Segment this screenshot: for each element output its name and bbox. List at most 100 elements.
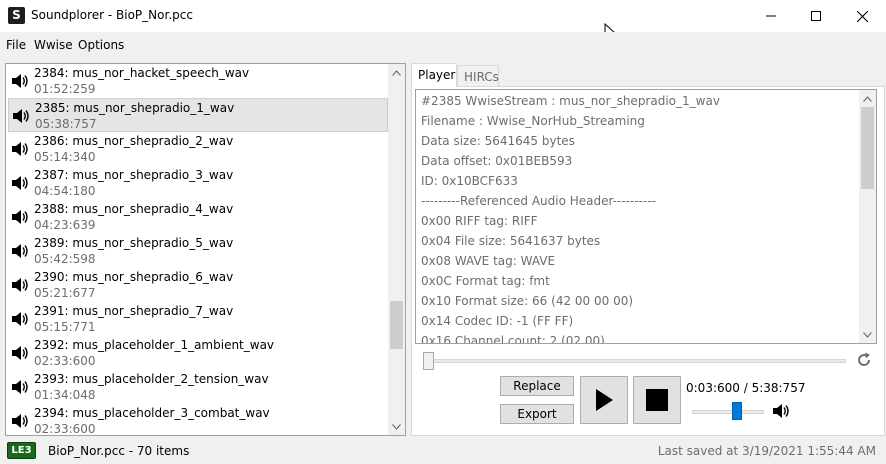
- info-line: 0x10 Format size: 66 (42 00 00 00): [421, 294, 634, 308]
- tab-player[interactable]: Player: [411, 63, 457, 87]
- replace-button[interactable]: Replace: [500, 376, 574, 396]
- list-item[interactable]: 2392: mus_placeholder_1_ambient_wav 02:33…: [8, 336, 388, 370]
- list-item-name: 2392: mus_placeholder_1_ambient_wav: [34, 338, 275, 352]
- status-last-saved: Last saved at 3/19/2021 1:55:44 AM: [657, 444, 876, 458]
- list-item-duration: 01:34:048: [34, 388, 96, 402]
- speaker-icon: [12, 346, 28, 360]
- tab-hircs[interactable]: HIRCs: [457, 65, 499, 87]
- list-item-duration: 05:15:771: [34, 320, 96, 334]
- info-line: 0x00 RIFF tag: RIFF: [421, 214, 538, 228]
- export-list[interactable]: 2384: mus_nor_hacket_speech_wav 01:52:259…: [5, 63, 406, 436]
- list-item-name: 2388: mus_nor_shepradio_4_wav: [34, 202, 234, 216]
- list-item-duration: 01:52:259: [34, 82, 96, 96]
- game-badge: LE3: [7, 442, 36, 459]
- speaker-icon: [12, 74, 28, 88]
- info-line: Data offset: 0x01BEB593: [421, 154, 573, 168]
- list-item-duration: 02:33:600: [34, 422, 96, 436]
- stop-icon: [646, 389, 668, 411]
- list-item-name: 2391: mus_nor_shepradio_7_wav: [34, 304, 234, 318]
- menu-bar: File Wwise Options: [0, 32, 886, 58]
- time-display: 0:03:600 / 5:38:757: [686, 381, 806, 395]
- list-item-duration: 02:33:600: [34, 354, 96, 368]
- list-item-duration: 04:23:639: [34, 218, 96, 232]
- info-scroll-thumb[interactable]: [861, 107, 874, 189]
- speaker-icon: [13, 109, 29, 123]
- speaker-icon: [12, 176, 28, 190]
- list-item-name: 2389: mus_nor_shepradio_5_wav: [34, 236, 234, 250]
- maximize-button[interactable]: [793, 0, 839, 32]
- info-line: Filename : Wwise_NorHub_Streaming: [421, 114, 645, 128]
- speaker-icon: [12, 278, 28, 292]
- info-scroll-down-icon[interactable]: [859, 326, 876, 343]
- info-scroll-up-icon[interactable]: [859, 90, 876, 107]
- list-item-name: 2386: mus_nor_shepradio_2_wav: [34, 134, 234, 148]
- menu-options[interactable]: Options: [78, 38, 124, 52]
- status-bar: LE3 BioP_Nor.pcc - 70 items Last saved a…: [0, 439, 886, 464]
- info-line: 0x16 Channel count: 2 (02 00): [421, 334, 605, 344]
- list-item[interactable]: 2394: mus_placeholder_3_combat_wav 02:33:…: [8, 404, 388, 436]
- speaker-icon: [12, 414, 28, 428]
- info-line: ---------Referenced Audio Header--------…: [421, 194, 656, 208]
- title-bar: S Soundplorer - BioP_Nor.pcc: [0, 0, 886, 43]
- list-item[interactable]: 2389: mus_nor_shepradio_5_wav 05:42:598: [8, 234, 388, 268]
- app-icon: S: [8, 7, 25, 24]
- list-item-duration: 05:21:677: [34, 286, 96, 300]
- list-item[interactable]: 2390: mus_nor_shepradio_6_wav 05:21:677: [8, 268, 388, 302]
- scroll-down-icon[interactable]: [388, 418, 405, 435]
- list-item-name: 2385: mus_nor_shepradio_1_wav: [35, 101, 235, 115]
- info-line: 0x08 WAVE tag: WAVE: [421, 254, 556, 268]
- close-button[interactable]: [839, 0, 885, 32]
- list-item[interactable]: 2385: mus_nor_shepradio_1_wav 05:38:757: [8, 98, 388, 132]
- speaker-icon: [12, 142, 28, 156]
- list-item[interactable]: 2387: mus_nor_shepradio_3_wav 04:54:180: [8, 166, 388, 200]
- list-item-duration: 05:38:757: [35, 117, 97, 131]
- close-icon: [856, 10, 868, 22]
- list-item[interactable]: 2388: mus_nor_shepradio_4_wav 04:23:639: [8, 200, 388, 234]
- volume-slider-thumb[interactable]: [732, 402, 742, 420]
- menu-wwise[interactable]: Wwise: [34, 38, 73, 52]
- export-button[interactable]: Export: [500, 404, 574, 424]
- player-tab-content: #2385 WwiseStream : mus_nor_shepradio_1_…: [411, 86, 885, 436]
- speaker-icon: [12, 380, 28, 394]
- list-scrollbar[interactable]: [388, 64, 405, 435]
- info-scrollbar[interactable]: [859, 90, 876, 343]
- info-line: ID: 0x10BCF633: [421, 174, 518, 188]
- refresh-icon[interactable]: [855, 351, 873, 369]
- list-item[interactable]: 2386: mus_nor_shepradio_2_wav 05:14:340: [8, 132, 388, 166]
- menu-file[interactable]: File: [6, 38, 26, 52]
- list-item-name: 2390: mus_nor_shepradio_6_wav: [34, 270, 234, 284]
- seek-slider-thumb[interactable]: [423, 352, 434, 370]
- info-line: Data size: 5641645 bytes: [421, 134, 575, 148]
- stop-button[interactable]: [633, 376, 681, 424]
- seek-slider-track[interactable]: [428, 359, 846, 363]
- speaker-icon: [12, 210, 28, 224]
- list-item-duration: 05:42:598: [34, 252, 96, 266]
- window-title: Soundplorer - BioP_Nor.pcc: [31, 8, 193, 22]
- list-item-duration: 04:54:180: [34, 184, 96, 198]
- maximize-icon: [811, 11, 821, 21]
- list-item[interactable]: 2393: mus_placeholder_2_tension_wav 01:34…: [8, 370, 388, 404]
- list-item-name: 2384: mus_nor_hacket_speech_wav: [34, 66, 250, 80]
- play-icon: [596, 389, 613, 411]
- speaker-icon: [12, 312, 28, 326]
- scroll-up-icon[interactable]: [388, 64, 405, 81]
- info-line: 0x04 File size: 5641637 bytes: [421, 234, 601, 248]
- list-item-name: 2387: mus_nor_shepradio_3_wav: [34, 168, 234, 182]
- list-scroll-thumb[interactable]: [390, 301, 403, 349]
- minimize-button[interactable]: [748, 0, 794, 32]
- list-item-name: 2393: mus_placeholder_2_tension_wav: [34, 372, 269, 386]
- volume-icon[interactable]: [772, 403, 790, 419]
- info-line: 0x14 Codec ID: -1 (FF FF): [421, 314, 574, 328]
- speaker-icon: [12, 244, 28, 258]
- info-line: 0x0C Format tag: fmt: [421, 274, 550, 288]
- info-textbox[interactable]: #2385 WwiseStream : mus_nor_shepradio_1_…: [415, 89, 877, 344]
- list-item-name: 2394: mus_placeholder_3_combat_wav: [34, 406, 270, 420]
- volume-slider-track[interactable]: [692, 410, 764, 414]
- list-item[interactable]: 2384: mus_nor_hacket_speech_wav 01:52:259: [8, 64, 388, 98]
- detail-panel: Player HIRCs #2385 WwiseStream : mus_nor…: [411, 63, 885, 436]
- play-button[interactable]: [580, 376, 628, 424]
- list-item[interactable]: 2391: mus_nor_shepradio_7_wav 05:15:771: [8, 302, 388, 336]
- info-line: #2385 WwiseStream : mus_nor_shepradio_1_…: [421, 94, 720, 108]
- status-file-info: BioP_Nor.pcc - 70 items: [48, 444, 190, 458]
- minimize-icon: [766, 15, 776, 17]
